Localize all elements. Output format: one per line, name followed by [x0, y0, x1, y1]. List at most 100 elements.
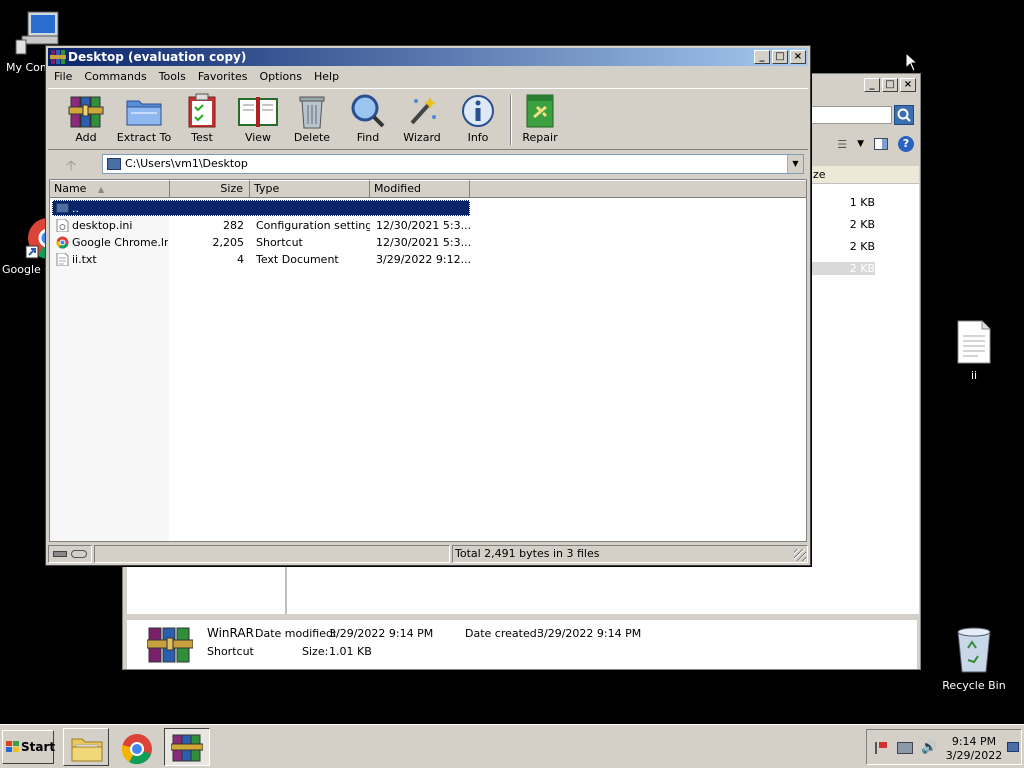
address-dropdown-button[interactable]: ▼	[787, 155, 803, 173]
date-modified-label: Date modified:	[255, 627, 337, 640]
maximize-button[interactable]: □	[772, 50, 788, 64]
explorer-lower-pane	[127, 566, 917, 614]
minimize-button[interactable]: _	[864, 78, 880, 92]
file-list[interactable]: Name ▲ Size Type Modified .. desktop.ini…	[49, 179, 807, 542]
size-column-header[interactable]: ze	[811, 166, 919, 184]
explorer-toolbar-right: ☰ ▼ ?	[837, 136, 914, 152]
delete-button[interactable]: Delete	[282, 93, 342, 144]
menu-commands[interactable]: Commands	[78, 68, 152, 86]
recycle-bin-icon	[957, 627, 991, 673]
folder-icon	[71, 738, 103, 762]
maximize-button[interactable]: □	[882, 78, 898, 92]
test-clipboard-icon	[188, 93, 216, 128]
clock[interactable]: 9:14 PM 3/29/2022	[945, 735, 1003, 763]
column-header-modified[interactable]: Modified	[370, 180, 470, 198]
view-button[interactable]: View	[228, 93, 288, 144]
menu-favorites[interactable]: Favorites	[192, 68, 254, 86]
add-button[interactable]: Add	[56, 93, 116, 144]
details-file-type: Shortcut	[207, 645, 254, 658]
close-button[interactable]: ×	[790, 50, 806, 64]
menu-help[interactable]: Help	[308, 68, 345, 86]
column-header-size[interactable]: Size	[170, 180, 250, 198]
menu-tools[interactable]: Tools	[153, 68, 192, 86]
parent-folder-icon	[56, 203, 69, 213]
taskbar-chrome-button[interactable]	[114, 728, 160, 766]
toolbar: Add Extract To Test View Delete Find Wiz…	[48, 88, 808, 150]
drive-status-icon	[53, 551, 67, 557]
column-header-type-label: Type	[254, 182, 280, 195]
search-button[interactable]	[894, 105, 914, 125]
pane-divider[interactable]	[285, 566, 287, 614]
system-tray: 🔊 9:14 PM 3/29/2022	[866, 729, 1022, 765]
column-header-name[interactable]: Name ▲	[50, 180, 170, 198]
status-bar: Total 2,491 bytes in 3 files	[48, 545, 808, 563]
file-size: 2 KB	[849, 240, 875, 253]
chevron-down-icon[interactable]: ▼	[857, 139, 864, 149]
chrome-icon	[56, 236, 69, 249]
explorer-search-input[interactable]	[806, 106, 892, 124]
repair-button[interactable]: Repair	[510, 93, 570, 144]
status-icons	[48, 545, 92, 563]
file-row[interactable]: ii.txt 4 Text Document 3/29/2022 9:12...	[50, 251, 806, 268]
resize-grip[interactable]	[794, 549, 806, 561]
volume-icon[interactable]: 🔊	[921, 740, 937, 755]
action-center-flag-icon[interactable]	[875, 742, 887, 754]
menu-options[interactable]: Options	[254, 68, 308, 86]
view-options-icon[interactable]: ☰	[837, 138, 847, 151]
start-button[interactable]: Start	[2, 730, 56, 764]
file-name: ..	[72, 202, 79, 215]
column-header-size-label: Size	[220, 182, 243, 195]
file-row-parent[interactable]: ..	[50, 200, 806, 217]
winrar-window[interactable]: Desktop (evaluation copy) _ □ × File Com…	[45, 45, 811, 566]
desktop-icon-ii-text[interactable]: ii	[936, 320, 1012, 382]
test-label: Test	[191, 131, 213, 144]
wizard-button[interactable]: Wizard	[392, 93, 452, 144]
file-size: 2,205	[212, 236, 245, 249]
winrar-app-icon	[50, 50, 66, 64]
up-folder-button[interactable]: 🡡	[56, 155, 86, 174]
magic-wand-icon	[410, 97, 436, 125]
sort-ascending-icon: ▲	[97, 185, 105, 194]
details-pane: WinRAR Shortcut Date modified: 3/29/2022…	[127, 619, 917, 669]
show-desktop-icon[interactable]	[1007, 742, 1019, 752]
menu-file[interactable]: File	[48, 68, 78, 86]
network-icon[interactable]	[897, 742, 913, 754]
extract-to-button[interactable]: Extract To	[114, 93, 174, 144]
taskbar-winrar-button[interactable]	[164, 728, 210, 766]
info-label: Info	[467, 131, 489, 144]
minimize-button[interactable]: _	[754, 50, 770, 64]
magnifier-icon	[351, 94, 385, 128]
file-row[interactable]: desktop.ini 282 Configuration settings 1…	[50, 217, 806, 234]
text-file-icon	[56, 253, 69, 266]
start-label: Start	[21, 740, 56, 754]
desktop-icon-label: ii	[970, 369, 978, 382]
file-row[interactable]: Google Chrome.lnk 2,205 Shortcut 12/30/2…	[50, 234, 806, 251]
test-button[interactable]: Test	[172, 93, 232, 144]
file-size: 1 KB	[849, 196, 875, 209]
desktop-icon-recycle-bin[interactable]: Recycle Bin	[936, 626, 1012, 692]
address-combobox[interactable]: C:\Users\vm1\Desktop ▼	[102, 154, 804, 174]
trash-can-icon	[299, 96, 325, 129]
info-icon	[462, 95, 494, 127]
date-created-value: 3/29/2022 9:14 PM	[537, 627, 642, 640]
chrome-icon	[121, 734, 152, 765]
info-button[interactable]: Info	[448, 93, 508, 144]
arrow-up-icon: 🡡	[65, 158, 77, 174]
find-button[interactable]: Find	[338, 93, 398, 144]
column-header-filler	[470, 180, 806, 198]
file-size: 4	[237, 253, 244, 266]
add-label: Add	[75, 131, 97, 144]
wizard-label: Wizard	[403, 131, 441, 144]
window-buttons: _ □ ×	[754, 50, 806, 64]
search-icon	[897, 108, 911, 122]
preview-pane-icon[interactable]	[874, 138, 888, 150]
size-label: Size:	[302, 645, 329, 658]
column-header-type[interactable]: Type	[250, 180, 370, 198]
find-label: Find	[356, 131, 380, 144]
text-file-icon	[957, 320, 991, 364]
winrar-titlebar[interactable]: Desktop (evaluation copy) _ □ ×	[48, 48, 808, 66]
help-icon[interactable]: ?	[898, 136, 914, 152]
status-selection	[94, 545, 450, 563]
taskbar-explorer-button[interactable]	[63, 728, 109, 766]
close-button[interactable]: ×	[900, 78, 916, 92]
